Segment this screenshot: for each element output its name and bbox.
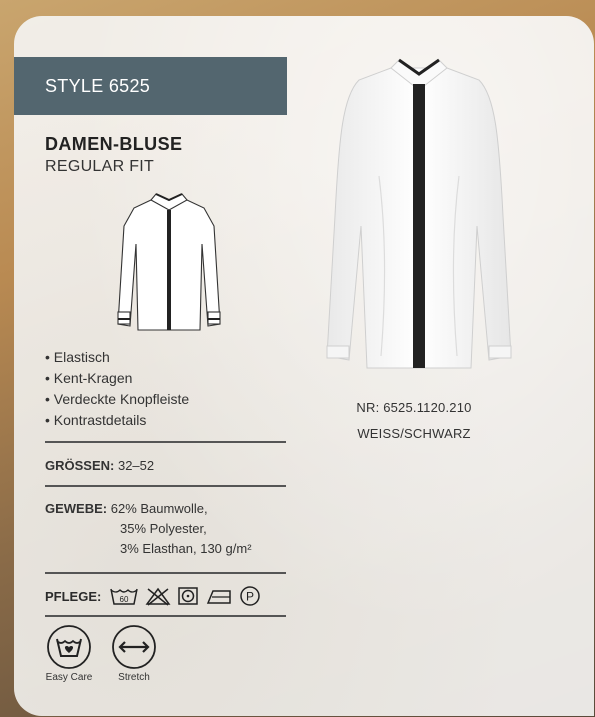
product-fit: REGULAR FIT (45, 158, 155, 175)
care-row: PFLEGE: 60 P (45, 585, 261, 607)
list-item: Kontrastdetails (45, 410, 189, 431)
tumble-dry-icon (178, 587, 199, 605)
article-color: WEISS/SCHWARZ (357, 426, 471, 441)
professional-clean-p-icon: P (240, 586, 261, 606)
svg-text:60: 60 (120, 595, 129, 604)
fabric-block: GEWEBE: 62% Baumwolle, 35% Polyester, 3%… (45, 499, 252, 559)
sizes-label: GRÖSSEN: (45, 458, 115, 473)
divider (45, 485, 286, 487)
style-label: STYLE 6525 (45, 75, 151, 96)
feature-list: Elastisch Kent-Kragen Verdeckte Knopflei… (45, 347, 189, 431)
easy-care-badge: Easy Care (39, 624, 99, 683)
fabric-label: GEWEBE: (45, 501, 108, 516)
fabric-line: 62% Baumwolle, (110, 501, 208, 516)
stretch-badge: Stretch (104, 624, 164, 683)
stretch-icon (112, 625, 156, 669)
divider (45, 572, 286, 574)
divider (45, 615, 286, 617)
care-label: PFLEGE: (45, 588, 102, 604)
stretch-label: Stretch (118, 672, 150, 683)
product-photo (326, 58, 512, 369)
list-item: Elastisch (45, 347, 189, 368)
no-bleach-icon (145, 587, 171, 606)
iron-icon (207, 590, 232, 604)
divider (45, 441, 286, 443)
product-card: STYLE 6525 DAMEN-BLUSE REGULAR FIT Elast… (14, 16, 594, 716)
product-title: DAMEN-BLUSE (45, 134, 183, 154)
wash-60-icon: 60 (110, 588, 139, 605)
fabric-line: 3% Elasthan, 130 g/m² (120, 541, 252, 556)
easy-care-label: Easy Care (45, 672, 93, 683)
svg-text:P: P (246, 590, 254, 604)
style-header: STYLE 6525 (14, 57, 287, 115)
list-item: Kent-Kragen (45, 368, 189, 389)
blouse-sketch-icon (117, 193, 221, 331)
sizes-value: 32–52 (117, 458, 155, 473)
fabric-line: 35% Polyester, (120, 521, 207, 536)
easy-care-icon (47, 625, 91, 669)
article-number: NR: 6525.1120.210 (356, 400, 472, 415)
sizes-row: GRÖSSEN: 32–52 (45, 458, 154, 473)
list-item: Verdeckte Knopfleiste (45, 389, 189, 410)
